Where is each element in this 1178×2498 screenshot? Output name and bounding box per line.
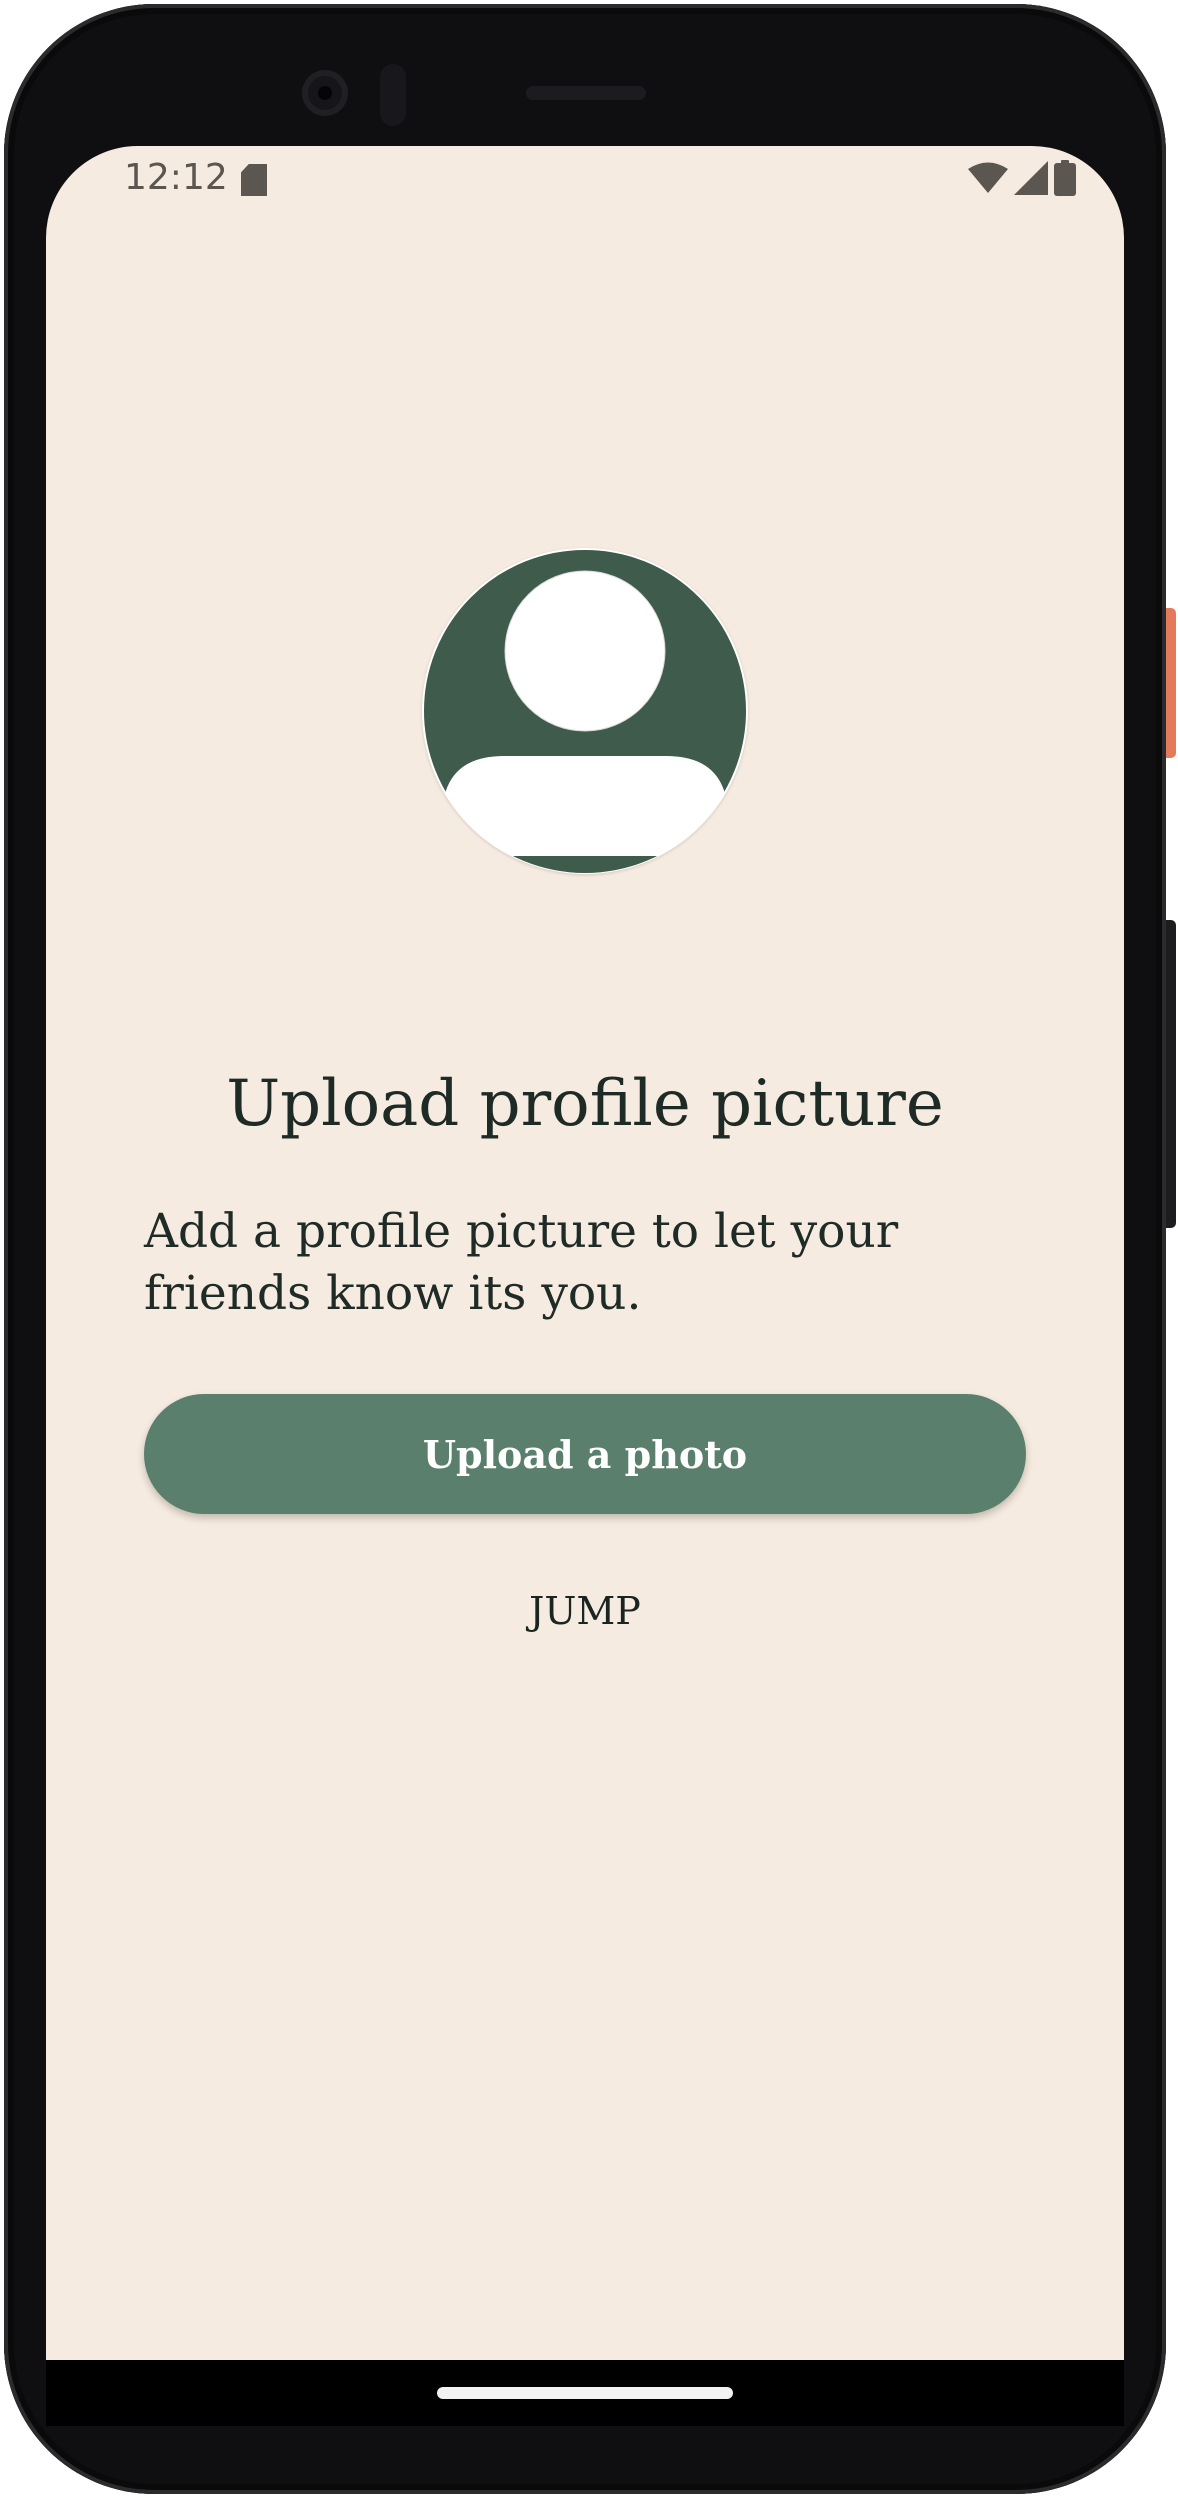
- description-text: Add a profile picture to let your friend…: [144, 1204, 899, 1321]
- cell-signal-icon: [1014, 161, 1048, 195]
- app-screen: 12:12 Upload profile picture Add a profi…: [46, 146, 1124, 2360]
- home-indicator[interactable]: [437, 2387, 733, 2399]
- front-camera: [302, 70, 348, 116]
- power-button: [1166, 608, 1176, 758]
- status-time: 12:12: [124, 157, 228, 198]
- proximity-sensor: [380, 64, 406, 126]
- volume-rocker: [1166, 920, 1176, 1228]
- battery-icon: [1054, 160, 1076, 196]
- status-icons: [968, 160, 1076, 196]
- skip-button[interactable]: JUMP: [485, 1566, 685, 1656]
- sd-card-icon: [241, 164, 267, 196]
- page-title: Upload profile picture: [226, 1067, 944, 1141]
- wifi-icon: [968, 162, 1008, 193]
- default-avatar-icon[interactable]: [422, 548, 748, 874]
- earpiece-speaker: [526, 86, 646, 100]
- upload-photo-button[interactable]: Upload a photo: [144, 1394, 1026, 1514]
